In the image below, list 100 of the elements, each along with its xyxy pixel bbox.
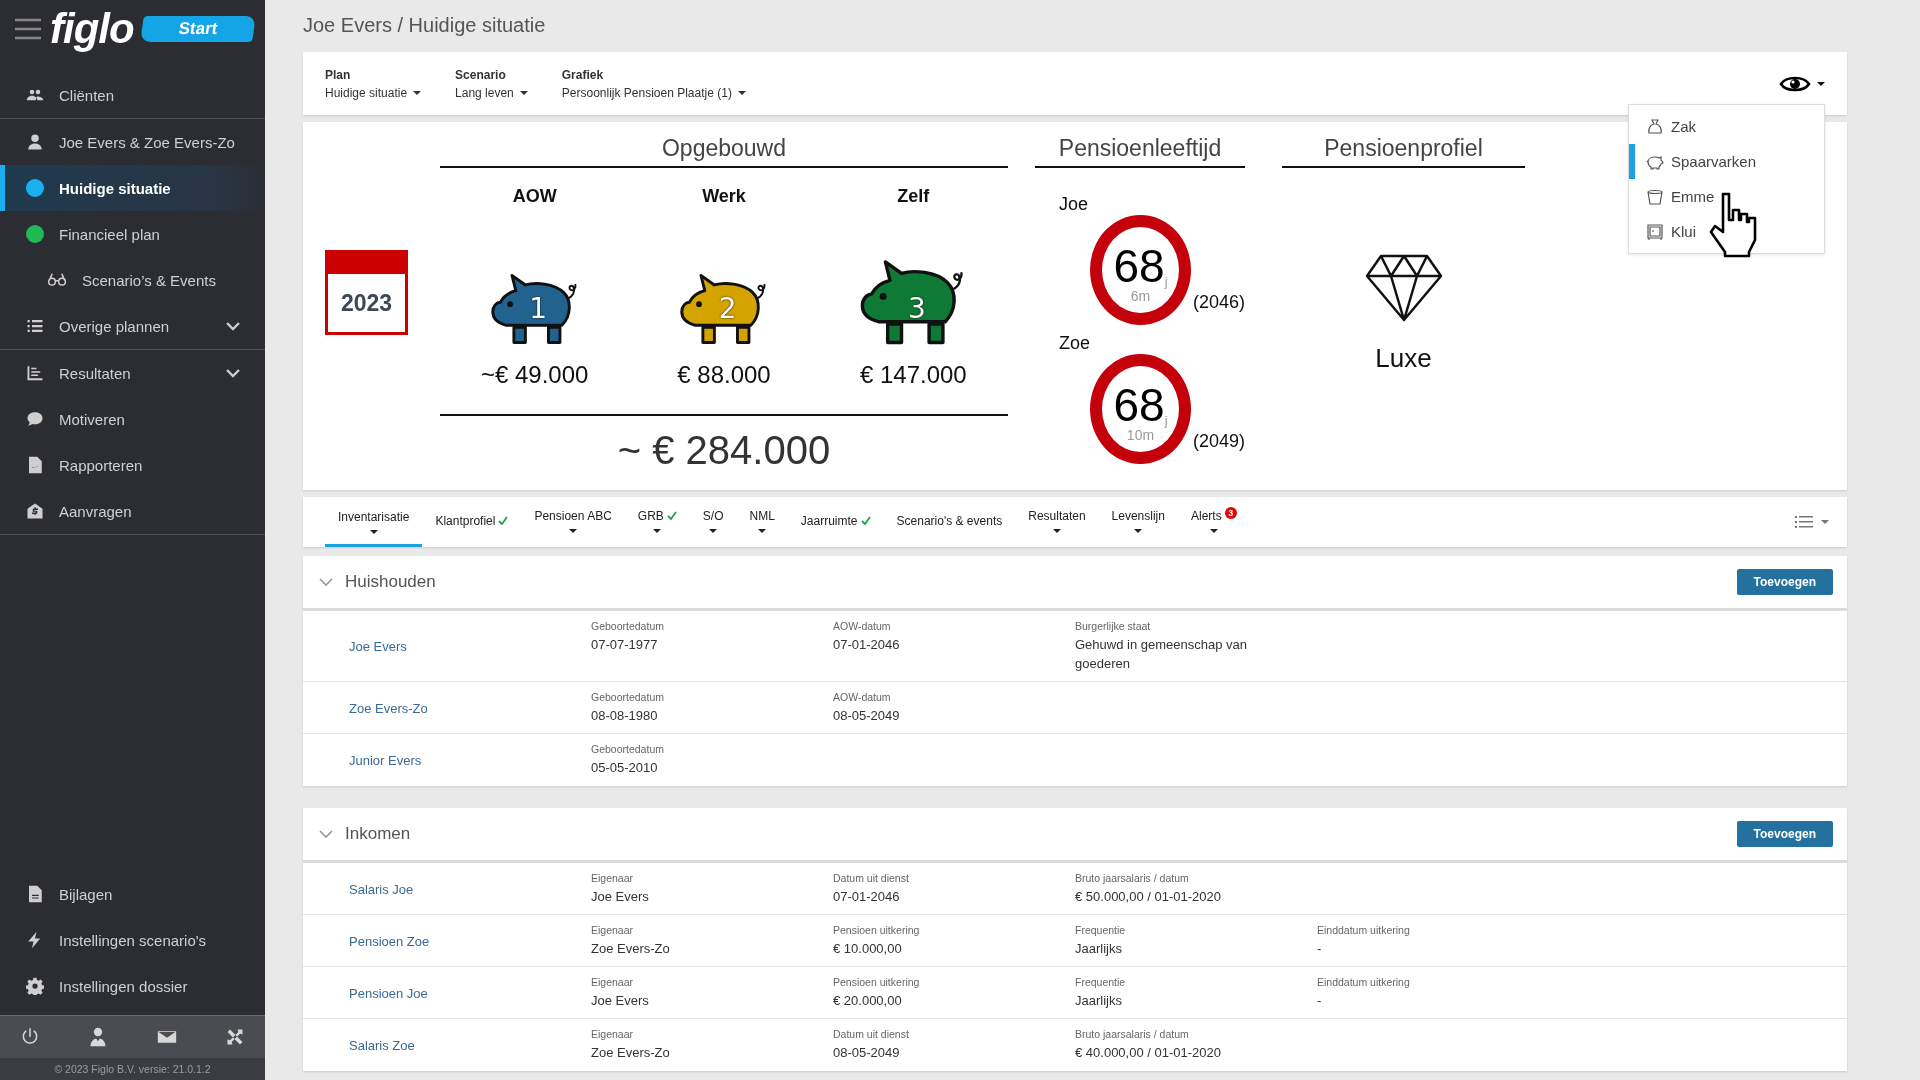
nav-item[interactable]: Instellingen scenario's bbox=[0, 917, 265, 963]
nav-item[interactable]: Resultaten bbox=[0, 350, 265, 396]
tab[interactable]: S/O bbox=[689, 497, 737, 547]
person-name: Joe bbox=[1059, 194, 1090, 215]
field-label: Geboortedatum bbox=[591, 620, 665, 632]
row-link[interactable]: Salaris Joe bbox=[349, 881, 414, 897]
field-label: Geboortedatum bbox=[591, 743, 665, 755]
age-unit: j bbox=[1164, 413, 1168, 428]
field-label: Eigenaar bbox=[591, 872, 635, 884]
section-heading: Opgebouwd bbox=[440, 122, 1008, 168]
field-value: € 10.000,00 bbox=[833, 940, 903, 958]
nav-item[interactable]: Cliënten bbox=[0, 72, 265, 118]
field-label: Frequentie bbox=[1075, 976, 1127, 988]
field-label: Geboortedatum bbox=[591, 691, 665, 703]
pillar-number: 3 bbox=[907, 292, 926, 326]
tab[interactable]: Jaarruimte bbox=[787, 497, 884, 547]
tab[interactable]: Alerts 3 bbox=[1177, 497, 1250, 547]
add-button[interactable]: Toevoegen bbox=[1736, 821, 1833, 847]
pillar-amount: € 88.000 bbox=[677, 361, 771, 389]
selector-dropdown[interactable]: Huidige situatie bbox=[325, 85, 422, 100]
age-value: 68 bbox=[1113, 243, 1165, 289]
field-label: Eigenaar bbox=[591, 976, 635, 988]
nav-item[interactable]: Rapporteren bbox=[0, 442, 265, 488]
field-value: 07-07-1977 bbox=[591, 636, 659, 654]
field-value: Zoe Evers-Zo bbox=[591, 1044, 671, 1062]
row-link[interactable]: Joe Evers bbox=[349, 639, 407, 654]
selector-label: Grafiek bbox=[561, 67, 605, 82]
tab[interactable]: GRB bbox=[624, 497, 690, 547]
selector-dropdown[interactable]: Persoonlijk Pensioen Plaatje (1) bbox=[561, 85, 746, 100]
diamond-icon bbox=[1364, 253, 1443, 323]
copyright-text: © 2023 Figlo B.V. versie: 21.0.1.2 bbox=[0, 1058, 265, 1080]
bag-icon bbox=[1646, 117, 1664, 136]
field-label: Frequentie bbox=[1075, 924, 1127, 936]
settings-icon bbox=[26, 977, 44, 995]
profile-value: Luxe bbox=[1375, 343, 1432, 374]
bucket-icon bbox=[1646, 187, 1664, 206]
tab[interactable]: Resultaten bbox=[1015, 497, 1099, 547]
row-link[interactable]: Junior Evers bbox=[349, 753, 422, 768]
field-label: Pensioen uitkering bbox=[833, 924, 921, 936]
list-icon bbox=[1795, 515, 1813, 529]
retirement-year: (2046) bbox=[1192, 292, 1245, 313]
menu-icon[interactable] bbox=[14, 18, 42, 40]
menu-item[interactable]: Klui bbox=[1629, 214, 1824, 249]
tab[interactable]: Pensioen ABC bbox=[521, 497, 625, 547]
field-value: 05-05-2010 bbox=[591, 759, 659, 777]
row-link[interactable]: Zoe Evers-Zo bbox=[349, 700, 428, 716]
menu-item[interactable]: Zak bbox=[1629, 109, 1824, 144]
nav-item[interactable]: Aanvragen bbox=[0, 488, 265, 534]
field-label: Einddatum uitkering bbox=[1317, 976, 1411, 988]
tab[interactable]: Scenario's & events bbox=[883, 497, 1016, 547]
tools-icon[interactable] bbox=[225, 1027, 245, 1047]
person-name: Zoe bbox=[1059, 333, 1092, 354]
tab[interactable]: Klantprofiel bbox=[422, 497, 522, 547]
field-value: € 50.000,00 / 01-01-2020 bbox=[1075, 888, 1222, 906]
power-icon[interactable] bbox=[20, 1027, 40, 1047]
field-label: Datum uit dienst bbox=[833, 1028, 910, 1040]
nav-item[interactable]: Bijlagen bbox=[0, 871, 265, 917]
field-label: Bruto jaarsalaris / datum bbox=[1075, 1028, 1190, 1040]
field-value: 07-01-2046 bbox=[833, 636, 901, 654]
logo[interactable]: figlo bbox=[50, 8, 134, 50]
section-title: Huishouden bbox=[345, 572, 436, 592]
field-label: Eigenaar bbox=[591, 924, 635, 936]
field-value: € 40.000,00 / 01-01-2020 bbox=[1075, 1044, 1222, 1062]
chevron-icon[interactable] bbox=[225, 321, 241, 331]
field-label: Bruto jaarsalaris / datum bbox=[1075, 872, 1190, 884]
nav-item[interactable]: Financieel plan bbox=[0, 211, 265, 257]
age-months: 10m bbox=[1126, 428, 1155, 442]
selector-dropdown[interactable]: Lang leven bbox=[455, 85, 528, 100]
row-link[interactable]: Salaris Zoe bbox=[349, 1038, 415, 1053]
pillar-number: 2 bbox=[718, 292, 737, 326]
add-button[interactable]: Toevoegen bbox=[1736, 569, 1833, 595]
chevron-icon[interactable] bbox=[225, 368, 241, 378]
pillar-amount: ~€ 49.000 bbox=[480, 361, 589, 389]
nav-item[interactable]: Motiveren bbox=[0, 396, 265, 442]
menu-item[interactable]: Emme bbox=[1629, 179, 1824, 214]
tab[interactable]: Inventarisatie bbox=[325, 497, 423, 547]
field-value: Jaarlijks bbox=[1075, 992, 1123, 1010]
nav-item[interactable]: Overige plannen bbox=[0, 303, 265, 349]
field-value: - bbox=[1317, 992, 1323, 1010]
nav-item[interactable]: Joe Evers & Zoe Evers-Zo bbox=[0, 119, 265, 165]
age-months: 6m bbox=[1130, 289, 1151, 303]
tab[interactable]: NML bbox=[736, 497, 788, 547]
section-heading: Pensioenleeftijd bbox=[1035, 122, 1245, 168]
bar-chart-icon bbox=[26, 364, 44, 382]
nav-item[interactable]: Scenario’s & Events bbox=[0, 257, 265, 303]
nav-item[interactable]: Instellingen dossier bbox=[0, 963, 265, 1009]
row-link[interactable]: Pensioen Joe bbox=[349, 985, 428, 1001]
field-label: Einddatum uitkering bbox=[1317, 924, 1411, 936]
pillar-label: Werk bbox=[702, 186, 746, 207]
field-value: 07-01-2046 bbox=[833, 888, 901, 906]
field-value: - bbox=[1317, 940, 1323, 958]
section-title: Inkomen bbox=[345, 824, 411, 844]
field-value: 08-05-2049 bbox=[833, 1044, 901, 1062]
total-amount: ~ € 284.000 bbox=[616, 428, 832, 473]
field-value: Joe Evers bbox=[591, 888, 650, 906]
person-icon bbox=[26, 133, 44, 151]
tab[interactable]: Levenslijn bbox=[1098, 497, 1178, 547]
speech-bubble-icon bbox=[26, 410, 44, 428]
selector-label: Scenario bbox=[455, 67, 507, 82]
row-link[interactable]: Pensioen Zoe bbox=[349, 933, 430, 949]
